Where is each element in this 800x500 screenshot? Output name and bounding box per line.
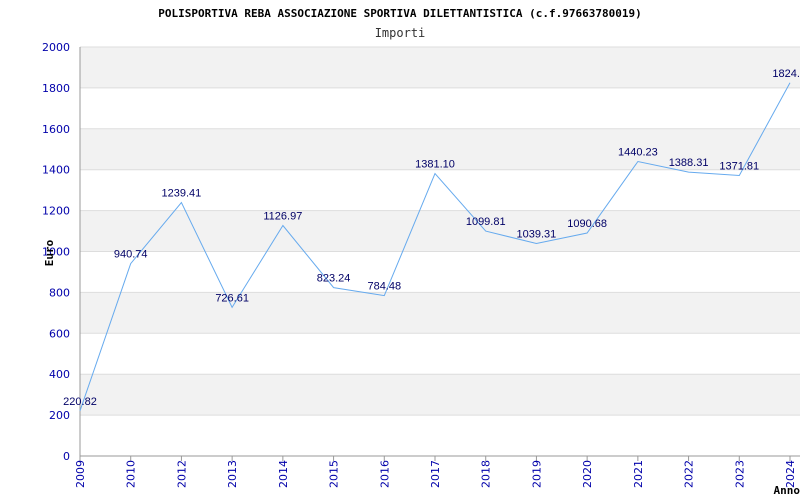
y-tick-label: 400 <box>49 368 70 381</box>
x-tick-label: 2012 <box>175 460 188 488</box>
y-tick-label: 1800 <box>42 82 70 95</box>
x-tick-label: 2017 <box>429 460 442 488</box>
x-tick-label: 2022 <box>683 460 696 488</box>
x-tick-label: 2018 <box>480 460 493 488</box>
data-label: 1039.31 <box>517 228 557 240</box>
data-label: 1388.31 <box>669 157 709 169</box>
data-label: 1099.81 <box>466 216 506 228</box>
background-band <box>80 374 800 416</box>
x-tick-label: 2010 <box>125 460 138 488</box>
data-label: 1090.68 <box>567 218 607 230</box>
line-chart: 0200400600800100012001400160018002000 20… <box>42 7 800 497</box>
y-tick-label: 600 <box>49 327 70 340</box>
x-tick-label: 2019 <box>530 460 543 488</box>
data-label: 1381.10 <box>415 159 455 171</box>
x-tick-label: 2021 <box>632 460 645 488</box>
x-tick-label: 2009 <box>74 460 87 488</box>
y-axis-title: Euro <box>43 239 56 266</box>
chart-title: POLISPORTIVA REBA ASSOCIAZIONE SPORTIVA … <box>158 7 641 20</box>
data-label: 1126.97 <box>263 211 302 223</box>
x-tick-label: 2020 <box>581 460 594 488</box>
data-label: 940.74 <box>114 249 148 261</box>
background-band <box>80 47 800 88</box>
y-tick-label: 1600 <box>42 123 70 136</box>
x-tick-label: 2016 <box>378 460 391 488</box>
y-tick-label: 1200 <box>42 205 70 218</box>
data-label: 784.48 <box>367 281 401 293</box>
y-tick-label: 200 <box>49 409 70 422</box>
x-tick-label: 2015 <box>328 460 341 488</box>
y-tick-label: 0 <box>63 450 70 463</box>
x-axis-ticks: 2009 2010 2012 2013 2014 2015 2016 2017 2018 2019… <box>74 456 797 488</box>
y-tick-label: 2000 <box>42 41 70 54</box>
data-label: 726.61 <box>215 292 249 304</box>
x-tick-label: 2023 <box>733 460 746 488</box>
x-tick-label: 2014 <box>277 460 290 488</box>
data-label: 1440.23 <box>618 146 658 158</box>
y-tick-label: 800 <box>49 286 70 299</box>
data-label: 1371.81 <box>719 160 759 172</box>
background-band <box>80 292 800 334</box>
x-axis-title: Anno <box>774 484 800 497</box>
chart-subtitle: Importi <box>375 26 426 40</box>
data-label: 1824.7 <box>772 68 800 80</box>
x-tick-label: 2013 <box>226 460 239 488</box>
data-label: 1239.41 <box>162 188 202 200</box>
data-label: 823.24 <box>317 273 351 285</box>
y-tick-label: 1400 <box>42 164 70 177</box>
data-label: 220.82 <box>63 396 97 408</box>
background-bands <box>80 47 800 416</box>
